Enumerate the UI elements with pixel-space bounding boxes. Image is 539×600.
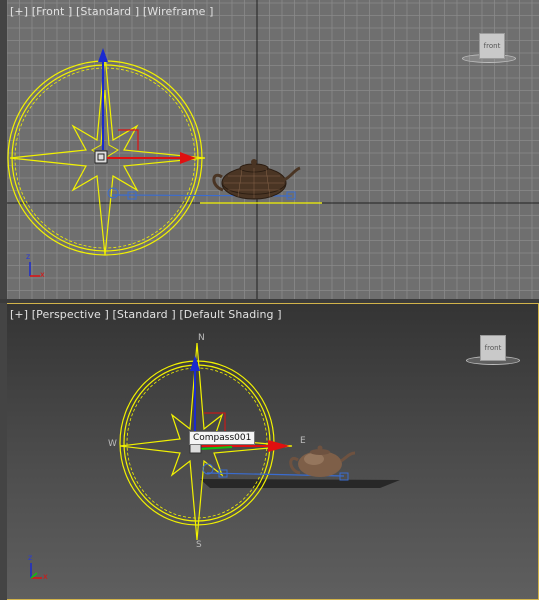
perspective-viewport-canvas[interactable] xyxy=(0,303,539,600)
object-name-tooltip: Compass001 xyxy=(189,431,256,445)
front-viewport-label[interactable]: [+] [Front ] [Standard ] [Wireframe ] xyxy=(10,5,214,18)
ground-plane xyxy=(200,479,400,488)
viewcube-face-label: front xyxy=(483,42,501,50)
front-axis-z-label: z xyxy=(26,252,31,261)
viewport-style-menu[interactable]: [Standard ] xyxy=(76,5,139,18)
perspective-teapot[interactable] xyxy=(289,445,356,478)
front-pivot-icon xyxy=(94,150,108,164)
compass-west-label: W xyxy=(108,439,117,449)
perspective-viewcube[interactable]: front xyxy=(480,335,506,361)
front-axis-x-label: x xyxy=(40,270,45,279)
perspective-viewport-label[interactable]: [+] [Perspective ] [Standard ] [Default … xyxy=(10,308,282,321)
viewport-menu-plus[interactable]: [+] xyxy=(10,5,28,18)
viewport-menu-plus[interactable]: [+] xyxy=(10,308,28,321)
front-viewport-canvas[interactable] xyxy=(0,0,539,299)
front-compass[interactable] xyxy=(7,48,206,256)
front-viewport-left-frame xyxy=(0,0,7,299)
compass-east-label: E xyxy=(300,436,306,446)
perspective-axis-z-label: z xyxy=(28,553,33,562)
viewport-view-menu[interactable]: [Perspective ] xyxy=(32,308,109,321)
viewcube-face-label: front xyxy=(484,344,502,352)
front-grid xyxy=(0,0,539,299)
viewport-shading-menu[interactable]: [Wireframe ] xyxy=(143,5,214,18)
viewport-shading-menu[interactable]: [Default Shading ] xyxy=(179,308,281,321)
front-light-icon[interactable] xyxy=(107,187,119,199)
perspective-axis-tripod xyxy=(30,563,42,579)
front-axis-tripod xyxy=(29,262,40,277)
front-viewcube[interactable]: front xyxy=(479,33,505,59)
compass-south-label: S xyxy=(196,540,202,550)
viewport-style-menu[interactable]: [Standard ] xyxy=(113,308,176,321)
perspective-viewport-left-frame xyxy=(0,303,7,600)
viewport-view-menu[interactable]: [Front ] xyxy=(32,5,73,18)
perspective-axis-x-label: x xyxy=(43,572,48,581)
perspective-viewport[interactable]: [+] [Perspective ] [Standard ] [Default … xyxy=(0,303,539,600)
compass-north-label: N xyxy=(198,333,205,343)
front-viewport[interactable]: [+] [Front ] [Standard ] [Wireframe ] fr… xyxy=(0,0,539,299)
